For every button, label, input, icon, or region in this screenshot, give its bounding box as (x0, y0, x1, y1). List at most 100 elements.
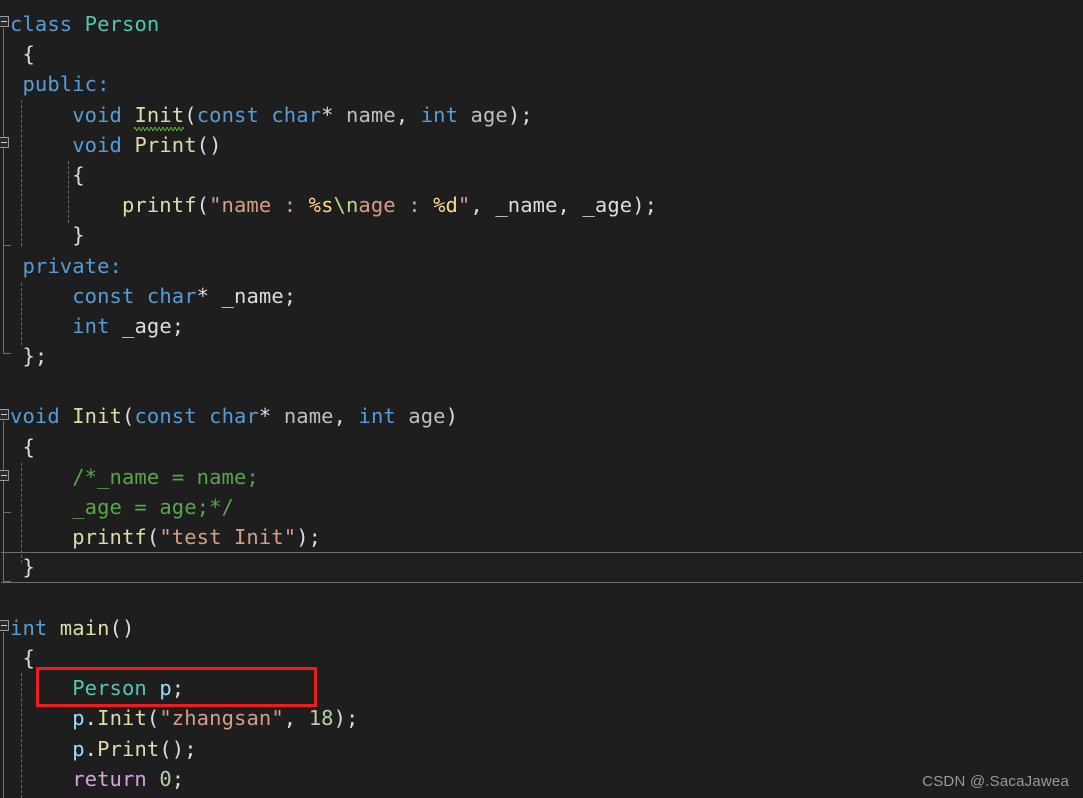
token-star-2: * (196, 283, 210, 308)
code-line-4[interactable]: void Init(const char* name, int age); (0, 100, 1083, 131)
code-line-7[interactable]: printf("name : %s\nage : %d", _name, _ag… (0, 190, 1083, 220)
token-function-init-call: Init (97, 706, 147, 731)
fold-marker-init-function[interactable] (0, 409, 9, 420)
code-line-25[interactable]: p.Print(); (0, 734, 1083, 764)
token-type-person-decl: Person (72, 676, 147, 701)
code-line-14[interactable]: void Init(const char* name, int age) (0, 401, 1083, 431)
code-line-24[interactable]: p.Init("zhangsan", 18); (0, 703, 1083, 733)
code-line-17[interactable]: _age = age;*/ (0, 492, 1083, 522)
code-line-5[interactable]: void Print() (0, 130, 1083, 160)
token-comment-line-1: /*_name = name; (72, 464, 259, 489)
token-paren-open-init-2: ( (122, 404, 135, 429)
token-function-main: main (59, 615, 110, 640)
token-brace-close-init: } (10, 555, 35, 580)
token-paren-semi-5: (); (159, 736, 197, 761)
token-function-print-call: Print (97, 736, 160, 761)
indent-guide-print-body (68, 161, 69, 223)
code-line-2[interactable]: { (0, 39, 1083, 69)
token-format-spec-s: %s (308, 193, 334, 218)
code-line-22[interactable]: { (0, 643, 1083, 673)
code-line-6[interactable]: { (0, 160, 1083, 190)
token-keyword-const-3: const (134, 404, 197, 429)
token-dot-2: . (84, 736, 98, 761)
fold-marker-class-person[interactable] (0, 16, 9, 27)
token-parens-main: () (109, 615, 135, 640)
token-dot-1: . (84, 706, 98, 731)
indent-guide-main-body (21, 673, 22, 798)
token-keyword-return: return (72, 766, 147, 791)
token-semi-3: ; (171, 676, 185, 701)
token-param-name-1: name (346, 102, 396, 127)
code-line-21[interactable]: int main() (0, 613, 1083, 643)
token-paren-open-init: ( (184, 102, 197, 127)
code-line-3[interactable]: public: (0, 69, 1083, 99)
code-line-20[interactable] (0, 583, 1083, 613)
token-keyword-int-main: int (10, 615, 48, 640)
token-param-name-2: name (283, 404, 334, 429)
code-line-8[interactable]: } (0, 220, 1083, 250)
token-comma-2: , (470, 193, 483, 218)
token-paren-semi-4: ); (333, 706, 359, 731)
token-brace-close-class: }; (10, 344, 48, 369)
token-brace-open-main: { (10, 645, 35, 670)
fold-marker-print-method[interactable] (0, 137, 9, 148)
token-string-format-open: "name : (209, 193, 309, 218)
token-keyword-char-3: char (209, 404, 259, 429)
token-comma-4: , (333, 404, 347, 429)
code-line-12[interactable]: }; (0, 341, 1083, 371)
token-var-name-1: _name (495, 193, 558, 218)
code-line-23-annotated[interactable]: Person p; (0, 673, 1083, 703)
code-line-15[interactable]: { (0, 432, 1083, 462)
token-escape-newline: \n (333, 193, 359, 218)
code-line-13[interactable] (0, 371, 1083, 401)
fold-region-line-print (3, 149, 4, 245)
token-string-format-mid: age : (358, 193, 434, 218)
code-editor[interactable]: class Person { public: void Init(const c… (0, 0, 1083, 798)
token-star-3: * (258, 404, 272, 429)
token-keyword-private: private: (22, 253, 122, 278)
indent-guide-private-body (21, 283, 22, 345)
token-star-1: * (321, 102, 334, 127)
token-string-format-close: " (457, 193, 471, 218)
token-comma-1: , (395, 102, 409, 127)
code-content[interactable]: class Person { public: void Init(const c… (0, 0, 1083, 794)
token-comma-3: , (557, 193, 570, 218)
token-function-init-def: Init (72, 404, 123, 429)
code-line-26[interactable]: return 0; (0, 764, 1083, 794)
indent-guide-class-body (21, 100, 22, 246)
token-paren-open-printf-1: ( (196, 193, 210, 218)
token-var-p-print: p (72, 736, 85, 761)
token-param-age-1: age (470, 102, 508, 127)
token-function-print-decl: Print (134, 132, 197, 157)
token-function-printf-2: printf (72, 525, 147, 550)
code-line-11[interactable]: int _age; (0, 311, 1083, 341)
token-function-printf-1: printf (121, 193, 197, 218)
fold-region-line-comment (3, 482, 4, 512)
token-paren-semi-2: ); (632, 193, 658, 218)
code-line-18[interactable]: printf("test Init"); (0, 522, 1083, 552)
token-comment-line-2: _age = age;*/ (72, 495, 234, 519)
current-line-highlight (1, 552, 1082, 583)
code-line-10[interactable]: const char* _name; (0, 281, 1083, 311)
token-number-0: 0 (159, 766, 172, 791)
token-member-name: _name (221, 283, 284, 308)
token-semi-2: ; (171, 313, 185, 338)
code-line-9[interactable]: private: (0, 251, 1083, 281)
fold-marker-comment-block[interactable] (0, 470, 9, 481)
token-keyword-void-global-init: void (10, 404, 60, 429)
token-keyword-void-print: void (72, 132, 122, 157)
indent-guide-init-body (21, 463, 22, 563)
code-line-16[interactable]: /*_name = name; (0, 462, 1083, 492)
code-line-1[interactable]: class Person (0, 9, 1083, 39)
token-keyword-int-3: int (358, 404, 396, 429)
token-paren-semi-3: ); (296, 525, 322, 550)
token-keyword-char-1: char (271, 102, 322, 127)
fold-region-foot-print (3, 245, 11, 246)
token-var-age-1: _age (582, 193, 633, 218)
token-keyword-int-2: int (72, 313, 110, 338)
token-comma-5: , (283, 706, 297, 731)
token-paren-open-call-1: ( (146, 706, 160, 731)
fold-marker-main-function[interactable] (0, 620, 9, 631)
token-function-init-decl: Init (134, 100, 184, 131)
code-line-19-current[interactable]: } (0, 552, 1083, 583)
